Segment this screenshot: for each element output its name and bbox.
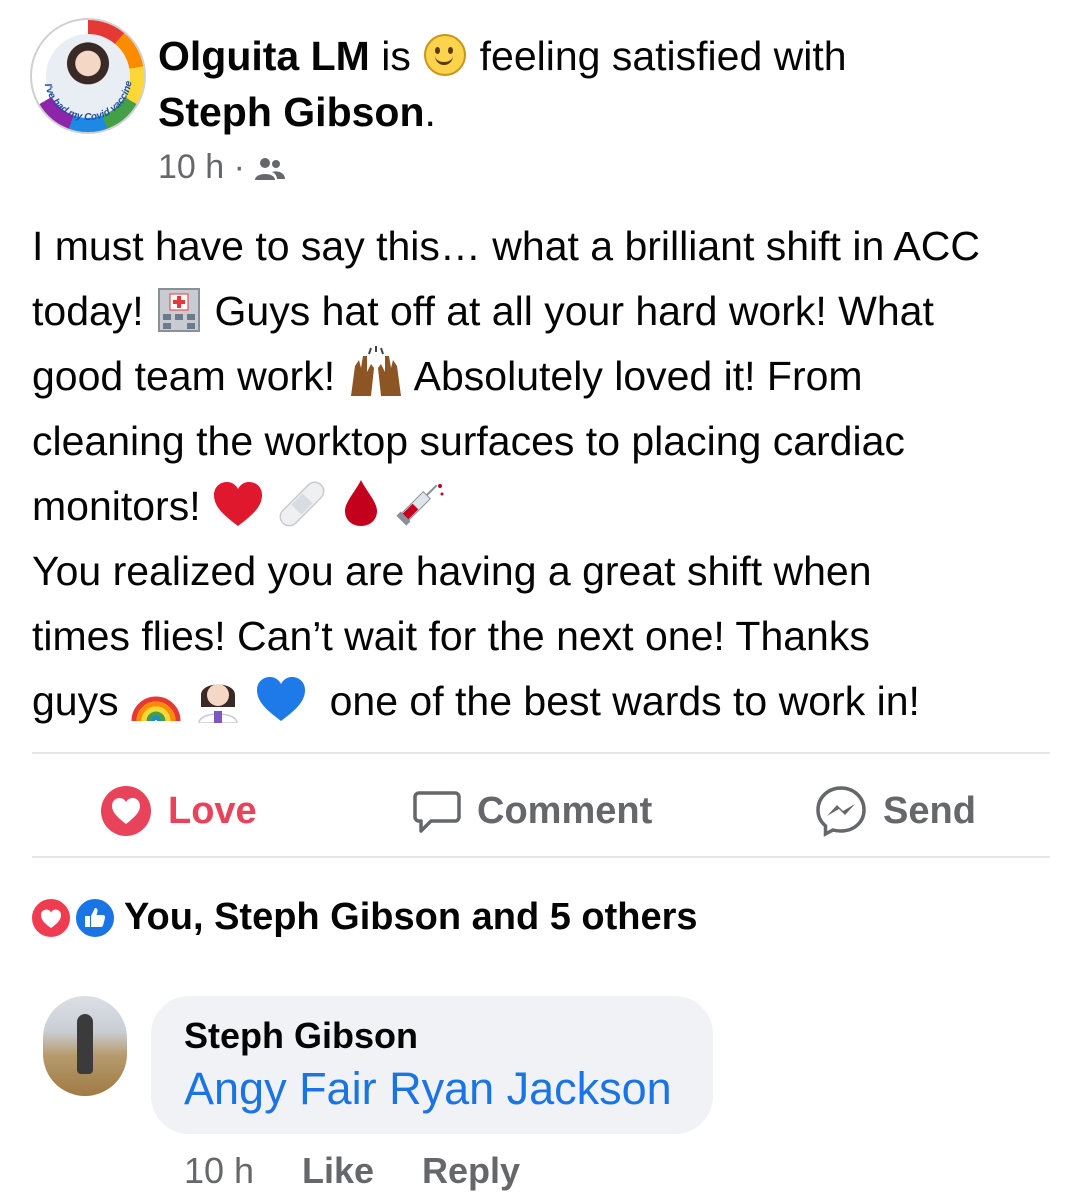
comment-reply-button[interactable]: Reply [422,1150,520,1192]
blue-heart-icon [256,677,305,721]
love-button[interactable]: Love [100,784,257,838]
post-line: monitors! [32,474,1062,539]
post-text-segment: good team work! [32,353,336,399]
post-text-segment: guys [32,678,119,724]
messenger-icon [816,786,866,837]
post-text: I must have to say this… what a brillian… [32,214,1062,734]
avatar-frame-text: I've had my Covid vaccine [42,80,135,123]
post-text-segment: one of the best wards to work in! [329,678,920,724]
meta-separator: · [233,148,245,186]
divider [32,752,1050,754]
raising-hands-icon [350,346,401,396]
post-header-line2: Steph Gibson. [158,88,436,136]
post-line: You realized you are having a great shif… [32,548,872,594]
divider [32,856,1050,858]
comment-mentions[interactable]: Angy Fair Ryan Jackson [184,1063,672,1115]
post-time[interactable]: 10 h [158,148,224,186]
post-line: good team work! Absolutely loved it! Fro… [32,344,1062,409]
drop-of-blood-icon [344,480,377,526]
reaction-icons [30,897,124,939]
vaccine-frame-ring: I've had my Covid vaccine [42,80,135,123]
post-line: today! Guys hat off at all your hard wor… [32,279,1062,344]
comment-label: Comment [477,789,653,832]
post-line: cleaning the worktop surfaces to placing… [32,418,905,464]
post-line: I must have to say this… what a brillian… [32,223,980,269]
post-text-segment: today! [32,288,144,334]
woman-health-worker-icon [198,684,239,723]
comment-icon [413,791,461,833]
feeling-text: feeling satisfied with [479,33,847,79]
tagged-person[interactable]: Steph Gibson [158,89,425,135]
comment-like-button[interactable]: Like [302,1150,374,1192]
comment-time[interactable]: 10 h [184,1150,254,1192]
post-meta: 10 h · [158,148,286,187]
like-reaction-badge-icon [74,897,116,939]
connector-text: is [381,33,411,79]
love-reaction-badge-icon [30,897,72,939]
post-text-segment: monitors! [32,483,201,529]
commenter-avatar[interactable] [43,996,127,1096]
tagged-suffix: . [424,89,436,135]
red-heart-icon [214,482,263,526]
love-label: Love [168,789,257,832]
post-text-segment: Guys hat off at all your hard work! What [214,288,934,334]
send-button[interactable]: Send [815,784,976,838]
love-reaction-icon [101,786,151,836]
smiling-face-icon [424,34,467,76]
post-line: guys one of the best wards to work in! [32,669,1062,734]
post-text-segment: Absolutely loved it! From [413,353,863,399]
post-line: times flies! Can’t wait for the next one… [32,613,870,659]
author-avatar[interactable]: I've had my Covid vaccine [30,18,146,134]
post-header-line1: Olguita LM is feeling satisfied with [158,32,847,80]
rainbow-icon [131,696,181,722]
friends-icon[interactable] [254,156,286,182]
reactions-summary-text: You, Steph Gibson and 5 others [124,895,698,938]
hospital-icon [158,288,201,332]
syringe-icon [396,484,444,526]
author-name[interactable]: Olguita LM [158,33,370,79]
comment-button[interactable]: Comment [413,784,652,838]
send-label: Send [883,789,976,832]
bandage-icon [279,481,325,527]
comment-author[interactable]: Steph Gibson [184,1015,418,1057]
reactions-summary[interactable]: You, Steph Gibson and 5 others [30,892,698,942]
svg-text:I've had my Covid vaccine: I've had my Covid vaccine [42,80,135,123]
